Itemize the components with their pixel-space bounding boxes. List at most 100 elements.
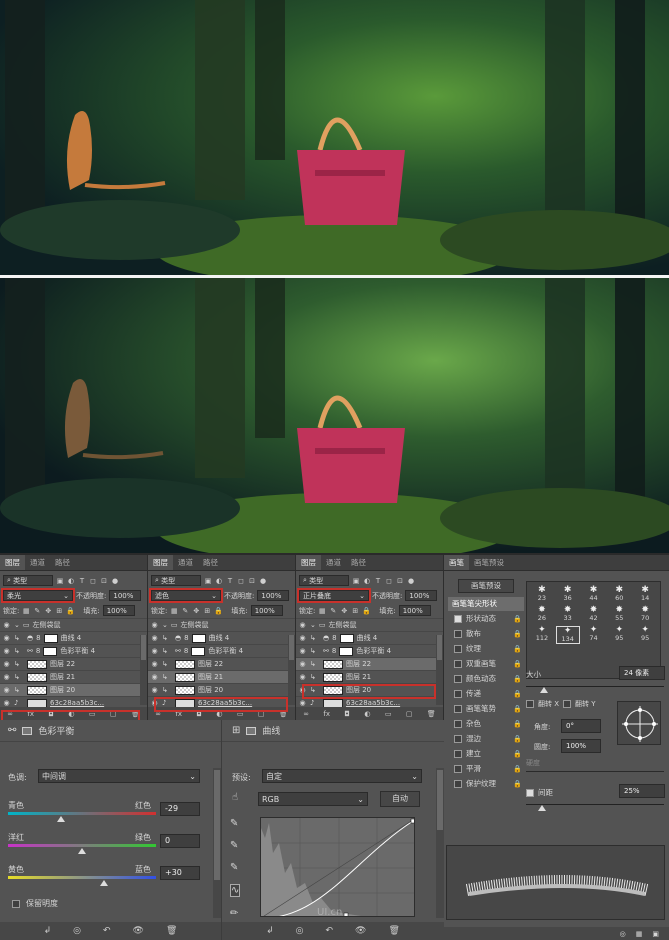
eye-icon[interactable]: ◉ <box>2 660 11 668</box>
mask-icon[interactable] <box>246 726 257 735</box>
type-filter-icon[interactable]: T <box>374 577 382 585</box>
hardness-slider[interactable] <box>526 771 664 772</box>
shape-filter-icon[interactable]: ◻ <box>237 577 245 585</box>
scrollbar[interactable] <box>288 635 295 705</box>
lock-artboard-icon[interactable]: ⊞ <box>203 607 211 615</box>
link-icon[interactable]: ∞ <box>155 710 161 718</box>
brush-option[interactable]: 双重画笔 🔒 <box>448 656 524 671</box>
brush-tip-grid[interactable]: ✱ 23 ✱ 36 ✱ 44 ✱ 60 ✱ 14 ✸ 26 ✸ 33 ✸ 42 ✸ 55 ✸ 70 ✦ 112 ✦ 134 ✦ 7… <box>526 581 661 679</box>
delete-icon[interactable]: 🗑 <box>166 926 177 936</box>
tab-brush-presets[interactable]: 画笔预设 <box>469 555 509 570</box>
eye-icon[interactable]: ◉ <box>150 673 159 681</box>
view-previous-icon[interactable]: ◎ <box>296 926 304 936</box>
layer-filter-dropdown[interactable]: ⌕ 类型 <box>3 575 53 586</box>
lock-icon[interactable]: 🔒 <box>513 675 522 683</box>
delete-icon[interactable]: 🗑 <box>427 710 436 718</box>
brush-presets-button[interactable]: 画笔预设 <box>458 579 514 593</box>
lock-icon[interactable]: 🔒 <box>513 765 522 773</box>
clip-icon[interactable]: ↲ <box>266 926 274 936</box>
brush-option-checkbox[interactable] <box>454 629 462 638</box>
brush-option-checkbox[interactable] <box>454 719 462 728</box>
blend-mode-dropdown[interactable]: 正片叠底 ⌄ <box>299 590 369 601</box>
brush-option[interactable]: 保护纹理 🔒 <box>448 776 524 791</box>
adjustment-filter-icon[interactable]: ◐ <box>67 577 75 585</box>
brush-tip-shape[interactable]: 画笔笔尖形状 <box>448 597 524 611</box>
reset-icon[interactable]: ↶ <box>325 926 333 936</box>
brush-option[interactable]: 散布 🔒 <box>448 626 524 641</box>
preset-dropdown[interactable]: 自定 ⌄ <box>262 769 422 783</box>
roundness-input[interactable]: 100% <box>561 739 601 753</box>
lock-icon[interactable]: 🔒 <box>513 660 522 668</box>
shape-filter-icon[interactable]: ◻ <box>89 577 97 585</box>
reset-icon[interactable]: ↶ <box>103 926 111 936</box>
type-filter-icon[interactable]: T <box>78 577 86 585</box>
eyedropper-gray-icon[interactable]: ✎ <box>230 840 240 851</box>
new-layer-icon[interactable]: ▢ <box>110 710 117 718</box>
layer-group[interactable]: ◉ ⌄ ▭ 左侧袋鼠 <box>0 618 147 631</box>
lock-pixels-icon[interactable]: ✎ <box>33 607 41 615</box>
brush-option-checkbox[interactable] <box>454 704 462 713</box>
brush-option[interactable]: 平滑 🔒 <box>448 761 524 776</box>
pixel-filter-icon[interactable]: ▣ <box>56 577 64 585</box>
eye-icon[interactable]: ◉ <box>298 647 307 655</box>
angle-input[interactable]: 0° <box>561 719 601 733</box>
lock-icon[interactable]: 🔒 <box>513 750 522 758</box>
lock-icon[interactable]: 🔒 <box>513 630 522 638</box>
layer-row[interactable]: ◉ ↳ 图层 20 <box>0 683 147 696</box>
eye-icon[interactable]: ◉ <box>150 634 159 642</box>
lock-icon[interactable]: 🔒 <box>513 645 522 653</box>
tab-channels[interactable]: 通道 <box>173 555 198 570</box>
chevron-down-icon[interactable]: ⌄ <box>14 621 20 629</box>
eye-icon[interactable]: ◉ <box>298 634 307 642</box>
scrollbar[interactable] <box>436 635 443 705</box>
eye-icon[interactable]: ◉ <box>2 621 11 629</box>
eye-icon[interactable]: ◉ <box>298 621 307 629</box>
adjustment-filter-icon[interactable]: ◐ <box>363 577 371 585</box>
lock-position-icon[interactable]: ✥ <box>340 607 348 615</box>
spacing-slider[interactable] <box>526 804 664 805</box>
lock-pixels-icon[interactable]: ✎ <box>181 607 189 615</box>
layer-row[interactable]: ◉ ↳ 图层 20 <box>148 683 295 696</box>
brush-tip[interactable]: ✸ 70 <box>633 606 657 623</box>
brush-tip[interactable]: ✦ 134 <box>555 626 580 644</box>
add-mask-icon[interactable]: ◘ <box>196 710 202 718</box>
link-icon[interactable]: ∞ <box>7 710 13 718</box>
adjustment-layer-icon[interactable]: ◐ <box>216 710 222 718</box>
brush-option-checkbox[interactable] <box>454 764 462 773</box>
chevron-down-icon[interactable]: ⌄ <box>162 621 168 629</box>
brush-option[interactable]: 湿边 🔒 <box>448 731 524 746</box>
lock-icon[interactable]: 🔒 <box>513 735 522 743</box>
spacing-checkbox[interactable] <box>526 788 534 797</box>
brush-option-checkbox[interactable] <box>454 749 462 758</box>
color-slider-knob[interactable] <box>100 880 109 886</box>
smart-filter-icon[interactable]: ⊡ <box>396 577 404 585</box>
tab-layers[interactable]: 图层 <box>0 555 25 570</box>
preserve-luminosity-checkbox[interactable] <box>12 899 20 908</box>
lock-transparency-icon[interactable]: ▦ <box>318 607 326 615</box>
layer-row[interactable]: ◉ ↳ ◓ 8 曲线 4 <box>148 631 295 644</box>
layer-row[interactable]: ◉ ↳ ⚯ 8 色彩平衡 4 <box>148 644 295 657</box>
tab-layers[interactable]: 图层 <box>148 555 173 570</box>
fx-icon[interactable]: fx <box>175 710 182 718</box>
type-filter-icon[interactable]: T <box>226 577 234 585</box>
brush-tip[interactable]: ✸ 42 <box>582 606 606 623</box>
brush-option-checkbox[interactable] <box>454 614 462 623</box>
size-slider-knob[interactable] <box>540 687 548 693</box>
visibility-icon[interactable]: 👁 <box>355 926 366 936</box>
lock-all-icon[interactable]: 🔒 <box>362 607 371 615</box>
brush-option-checkbox[interactable] <box>454 659 462 668</box>
brush-option[interactable]: 画笔笔势 🔒 <box>448 701 524 716</box>
lock-position-icon[interactable]: ✥ <box>192 607 200 615</box>
blend-mode-dropdown[interactable]: 柔光 ⌄ <box>3 590 73 601</box>
brush-tip[interactable]: ✦ 74 <box>582 626 606 644</box>
lock-artboard-icon[interactable]: ⊞ <box>55 607 63 615</box>
new-group-icon[interactable]: ▭ <box>385 710 392 718</box>
curve-tool-icon[interactable]: ∿ <box>230 884 241 897</box>
brush-tip[interactable]: ✸ 55 <box>607 606 631 623</box>
eye-icon[interactable]: ◉ <box>298 673 307 681</box>
layer-row[interactable]: ◉ ↳ ⚯ 8 色彩平衡 4 <box>0 644 147 657</box>
layer-row[interactable]: ◉ ↳ 图层 21 <box>0 670 147 683</box>
layer-row[interactable]: ◉ ↳ 图层 21 <box>296 670 443 683</box>
flip-x-checkbox[interactable] <box>526 700 534 708</box>
tab-brush[interactable]: 画笔 <box>444 555 469 570</box>
